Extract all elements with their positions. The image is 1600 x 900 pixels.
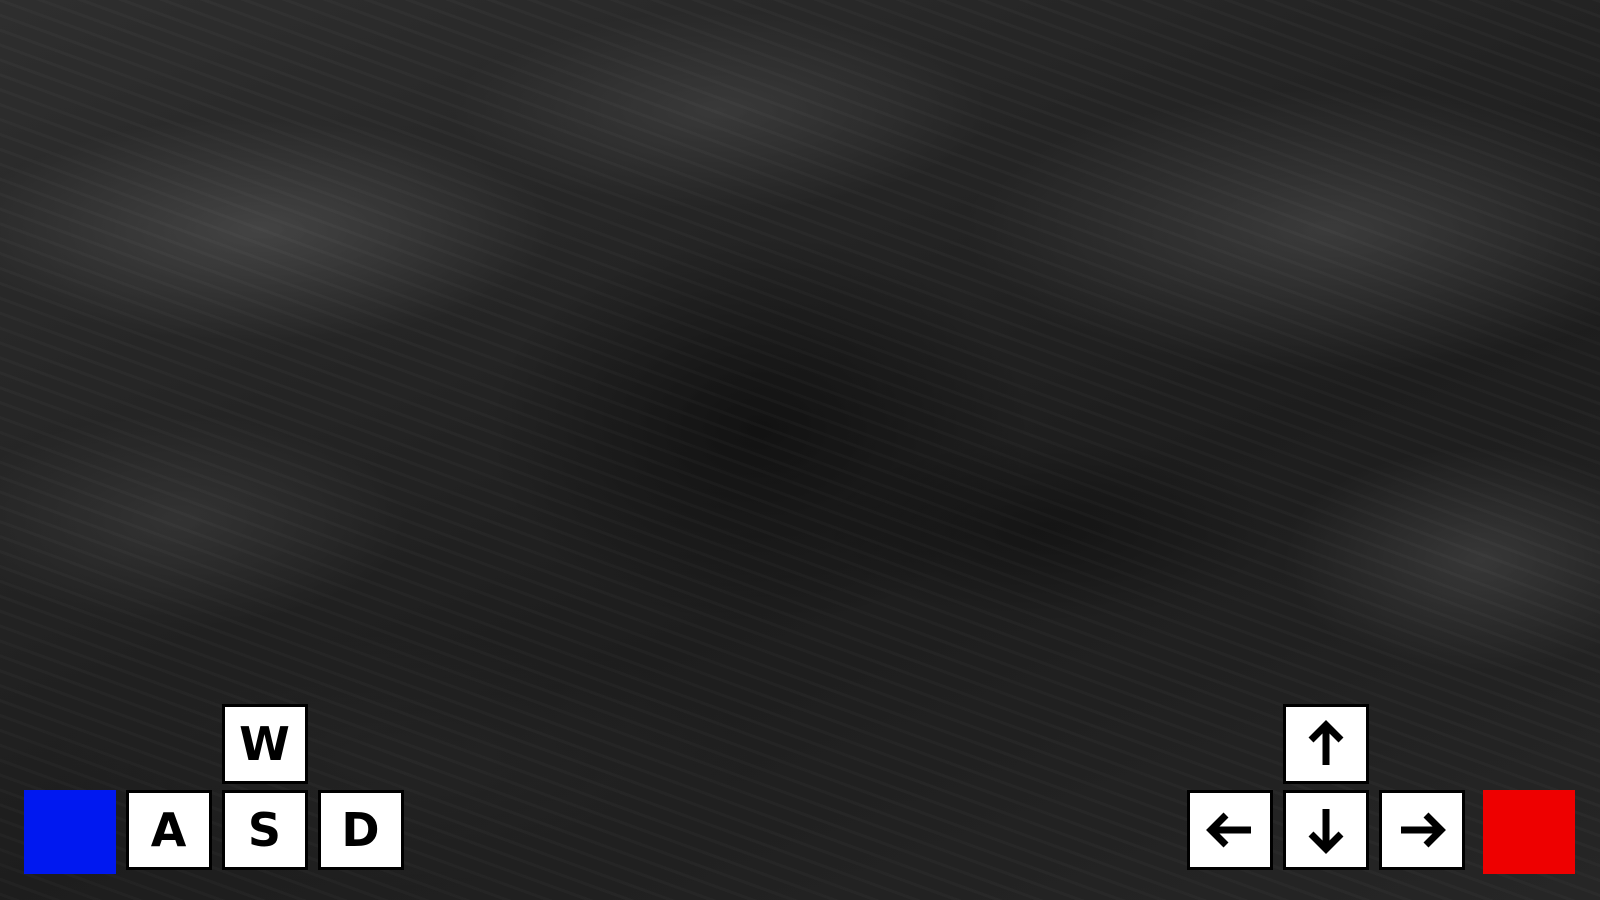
arrow-left-icon xyxy=(1206,812,1251,848)
key-w-label: W xyxy=(239,717,291,771)
arrow-down-icon xyxy=(1308,809,1344,854)
key-arrow-left xyxy=(1187,790,1273,870)
key-s-label: S xyxy=(247,803,283,857)
key-d: D xyxy=(318,790,404,870)
key-a: A xyxy=(126,790,212,870)
player2-color-swatch xyxy=(1483,790,1575,874)
game-background: W A S D xyxy=(0,0,1600,900)
key-d-label: D xyxy=(341,803,381,857)
arrow-right-icon xyxy=(1401,812,1446,848)
key-arrow-down xyxy=(1283,790,1369,870)
arrow-up-icon xyxy=(1308,720,1344,765)
player1-color-swatch xyxy=(24,790,116,874)
key-arrow-up xyxy=(1283,704,1369,784)
key-arrow-right xyxy=(1379,790,1465,870)
key-s: S xyxy=(222,790,308,870)
key-w: W xyxy=(222,704,308,784)
key-a-label: A xyxy=(150,803,188,857)
